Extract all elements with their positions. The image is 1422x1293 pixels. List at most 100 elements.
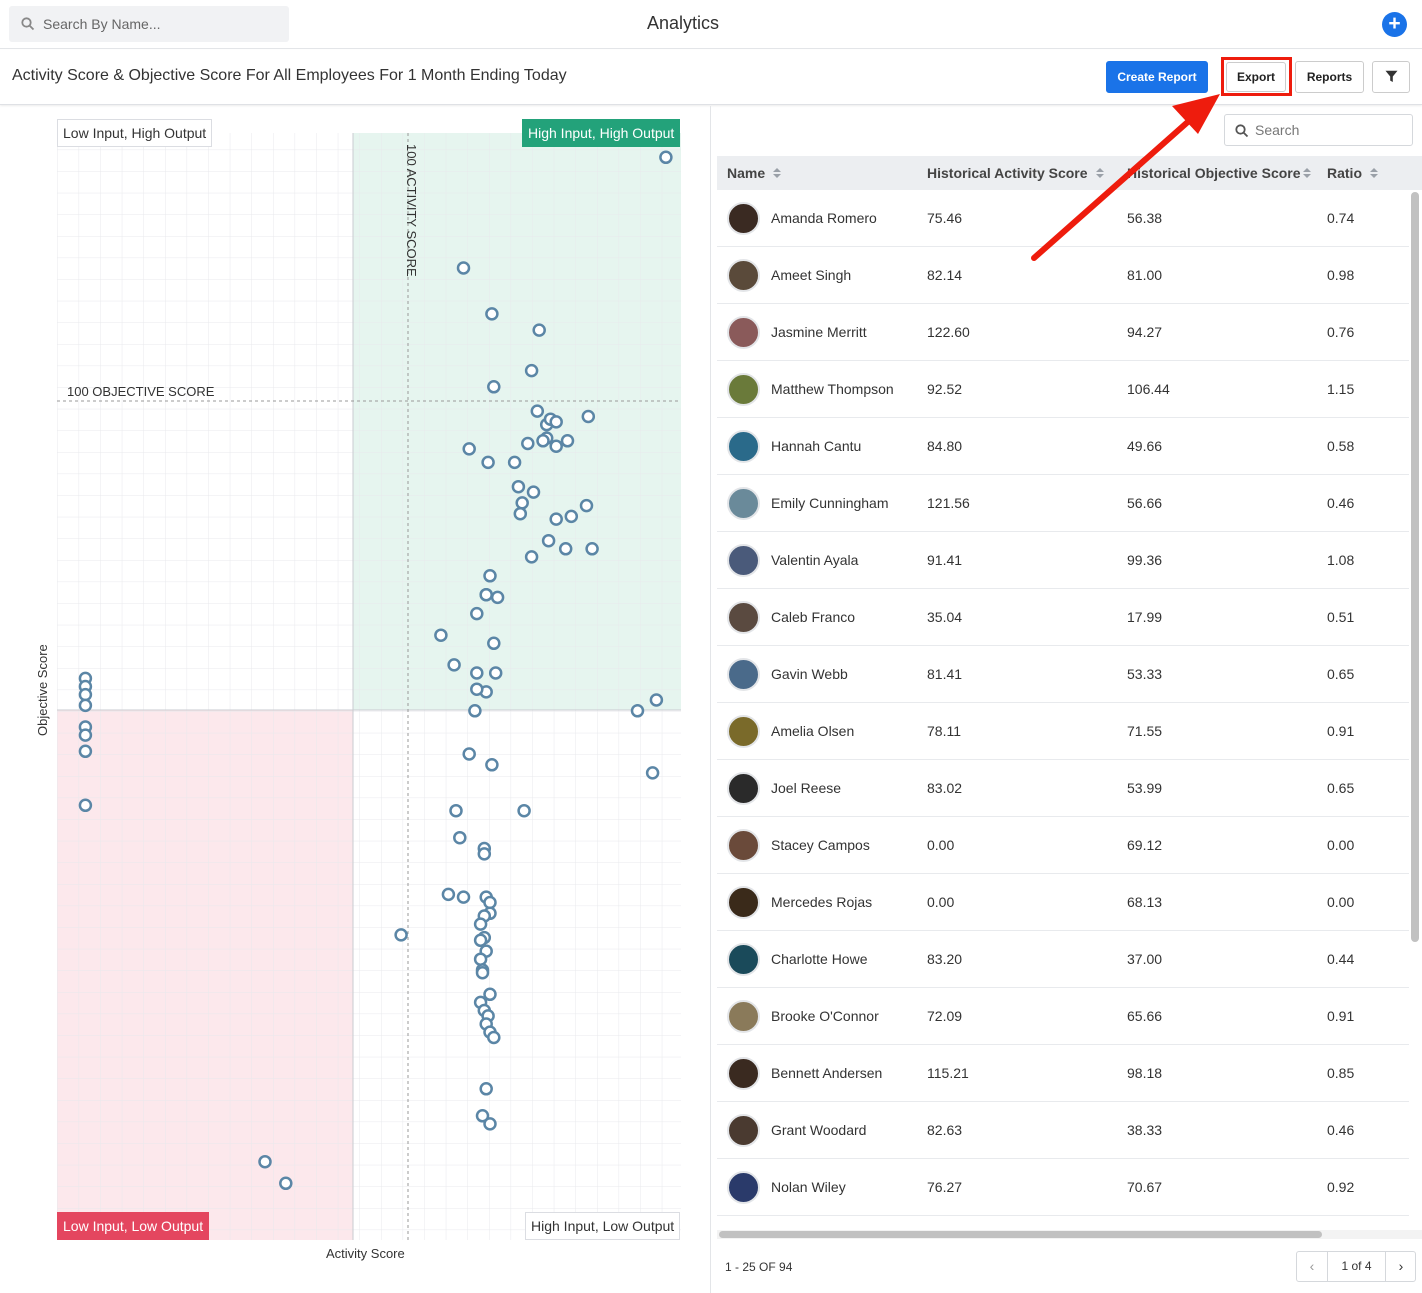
scatter-point[interactable]: [485, 758, 499, 772]
scatter-point[interactable]: [78, 728, 93, 742]
column-header-ratio[interactable]: Ratio: [1327, 156, 1378, 190]
table-row[interactable]: Nolan Wiley 76.27 70.67 0.92: [717, 1159, 1409, 1216]
scatter-point[interactable]: [549, 512, 563, 526]
scatter-point[interactable]: [449, 803, 463, 818]
scatter-point[interactable]: [630, 704, 645, 718]
scatter-point[interactable]: [78, 744, 93, 759]
table-row[interactable]: Stacey Campos 0.00 69.12 0.00: [717, 817, 1409, 874]
table-row[interactable]: Caleb Franco 35.04 17.99 0.51: [717, 589, 1409, 646]
scatter-point[interactable]: [279, 1176, 293, 1191]
scatter-point[interactable]: [488, 666, 503, 680]
scatter-point[interactable]: [526, 485, 541, 499]
table-row[interactable]: Hannah Cantu 84.80 49.66 0.58: [717, 418, 1409, 475]
scatter-point[interactable]: [560, 434, 575, 448]
scatter-point[interactable]: [536, 434, 550, 448]
table-row[interactable]: Brooke O'Connor 72.09 65.66 0.91: [717, 988, 1409, 1045]
scatter-point[interactable]: [549, 439, 563, 453]
table-row[interactable]: Gavin Webb 81.41 53.33 0.65: [717, 646, 1409, 703]
scatter-point[interactable]: [649, 693, 664, 707]
table-row[interactable]: Bennett Andersen 115.21 98.18 0.85: [717, 1045, 1409, 1102]
scatter-point[interactable]: [434, 628, 448, 642]
reports-button[interactable]: Reports: [1295, 61, 1364, 93]
scatter-point[interactable]: [453, 830, 467, 845]
table-row[interactable]: Joel Reese 83.02 53.99 0.65: [717, 760, 1409, 817]
activity-score: 76.27: [927, 1179, 963, 1195]
table-search-input[interactable]: [1255, 115, 1405, 145]
scatter-point[interactable]: [78, 687, 93, 702]
scatter-point[interactable]: [479, 587, 493, 602]
scatter-point[interactable]: [477, 847, 492, 861]
table-row[interactable]: Charlotte Howe 83.20 37.00 0.44: [717, 931, 1409, 988]
scatter-point[interactable]: [78, 798, 93, 813]
scatter-point[interactable]: [487, 380, 501, 394]
scatter-point[interactable]: [441, 887, 456, 902]
employee-name: Joel Reese: [771, 780, 842, 796]
scatter-point[interactable]: [481, 455, 495, 470]
table-row[interactable]: Emily Cunningham 121.56 56.66 0.46: [717, 475, 1409, 532]
scatter-point[interactable]: [524, 363, 539, 378]
scatter-point[interactable]: [470, 606, 484, 621]
scatter-point[interactable]: [470, 682, 484, 696]
scatter-point[interactable]: [456, 890, 471, 904]
scatter-point[interactable]: [521, 436, 535, 451]
scatter-point[interactable]: [564, 509, 579, 524]
scatter-point[interactable]: [462, 442, 476, 456]
scatter-point[interactable]: [487, 1030, 501, 1045]
scatter-point[interactable]: [487, 636, 501, 651]
scatter-point[interactable]: [483, 569, 497, 583]
scatter-point[interactable]: [468, 704, 482, 718]
column-header-name[interactable]: Name: [727, 156, 782, 190]
scatter-point[interactable]: [479, 1082, 493, 1096]
scatter-point[interactable]: [78, 698, 93, 713]
scatter-point[interactable]: [485, 307, 499, 321]
scatter-point[interactable]: [507, 455, 522, 470]
next-page-button[interactable]: ›: [1385, 1252, 1416, 1281]
scatter-point[interactable]: [581, 409, 596, 424]
table-row[interactable]: Mercedes Rojas 0.00 68.13 0.00: [717, 874, 1409, 931]
scatter-point[interactable]: [585, 542, 599, 556]
table-row[interactable]: Grant Woodard 82.63 38.33 0.46: [717, 1102, 1409, 1159]
horizontal-scrollbar[interactable]: [719, 1231, 1322, 1238]
scatter-point[interactable]: [475, 965, 490, 980]
table-row[interactable]: Matthew Thompson 92.52 106.44 1.15: [717, 361, 1409, 418]
scatter-point[interactable]: [473, 952, 488, 966]
scatter-point[interactable]: [483, 987, 497, 1002]
scatter-point[interactable]: [473, 933, 488, 948]
scatter-point[interactable]: [462, 747, 476, 761]
create-report-button[interactable]: Create Report: [1106, 61, 1208, 93]
previous-page-button[interactable]: ‹: [1297, 1252, 1328, 1281]
scatter-point[interactable]: [483, 895, 497, 910]
scatter-point[interactable]: [517, 803, 531, 818]
scatter-point[interactable]: [524, 550, 539, 564]
sort-icon[interactable]: [1302, 167, 1311, 179]
scatter-point[interactable]: [645, 766, 660, 780]
scatter-point[interactable]: [549, 415, 563, 429]
scatter-point[interactable]: [558, 542, 573, 556]
add-button[interactable]: +: [1382, 12, 1407, 37]
scatter-point[interactable]: [511, 479, 526, 494]
filter-button[interactable]: [1372, 61, 1410, 93]
scatter-point[interactable]: [659, 150, 673, 165]
vertical-scrollbar[interactable]: [1411, 192, 1419, 942]
scatter-point[interactable]: [473, 917, 488, 931]
scatter-point[interactable]: [456, 261, 471, 275]
scatter-point[interactable]: [541, 533, 556, 548]
scatter-point[interactable]: [258, 1154, 272, 1169]
sort-icon[interactable]: [1370, 167, 1378, 179]
sort-icon[interactable]: [773, 167, 782, 179]
table-row[interactable]: Valentin Ayala 91.41 99.36 1.08: [717, 532, 1409, 589]
table-row[interactable]: Jasmine Merritt 122.60 94.27 0.76: [717, 304, 1409, 361]
scatter-point[interactable]: [515, 496, 529, 510]
scatter-point[interactable]: [470, 666, 484, 680]
table-row[interactable]: Amelia Olsen 78.11 71.55 0.91: [717, 703, 1409, 760]
activity-score: 72.09: [927, 1008, 963, 1024]
scatter-point[interactable]: [532, 323, 546, 337]
scatter-point[interactable]: [490, 590, 505, 605]
scatter-point[interactable]: [394, 928, 408, 942]
scatter-point[interactable]: [447, 658, 461, 672]
scatter-point[interactable]: [579, 498, 594, 513]
table-search[interactable]: [1224, 114, 1413, 146]
scatter-point[interactable]: [513, 506, 528, 521]
scatter-point[interactable]: [483, 1117, 497, 1131]
scatter-point[interactable]: [530, 404, 545, 418]
